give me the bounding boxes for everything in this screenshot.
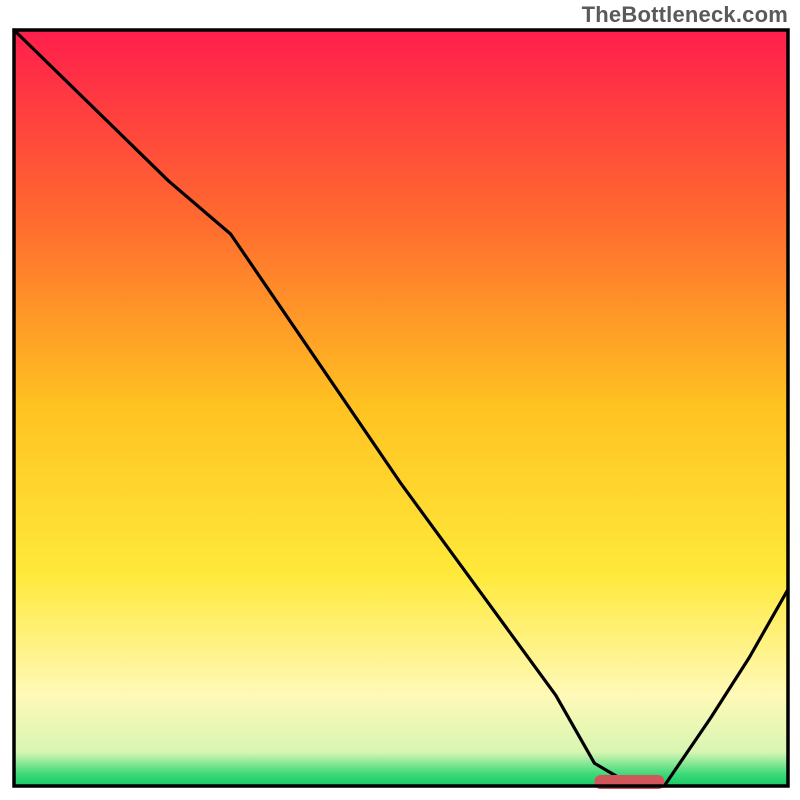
plot-area	[14, 30, 788, 789]
watermark-label: TheBottleneck.com	[582, 2, 788, 28]
bottleneck-chart	[0, 0, 800, 800]
